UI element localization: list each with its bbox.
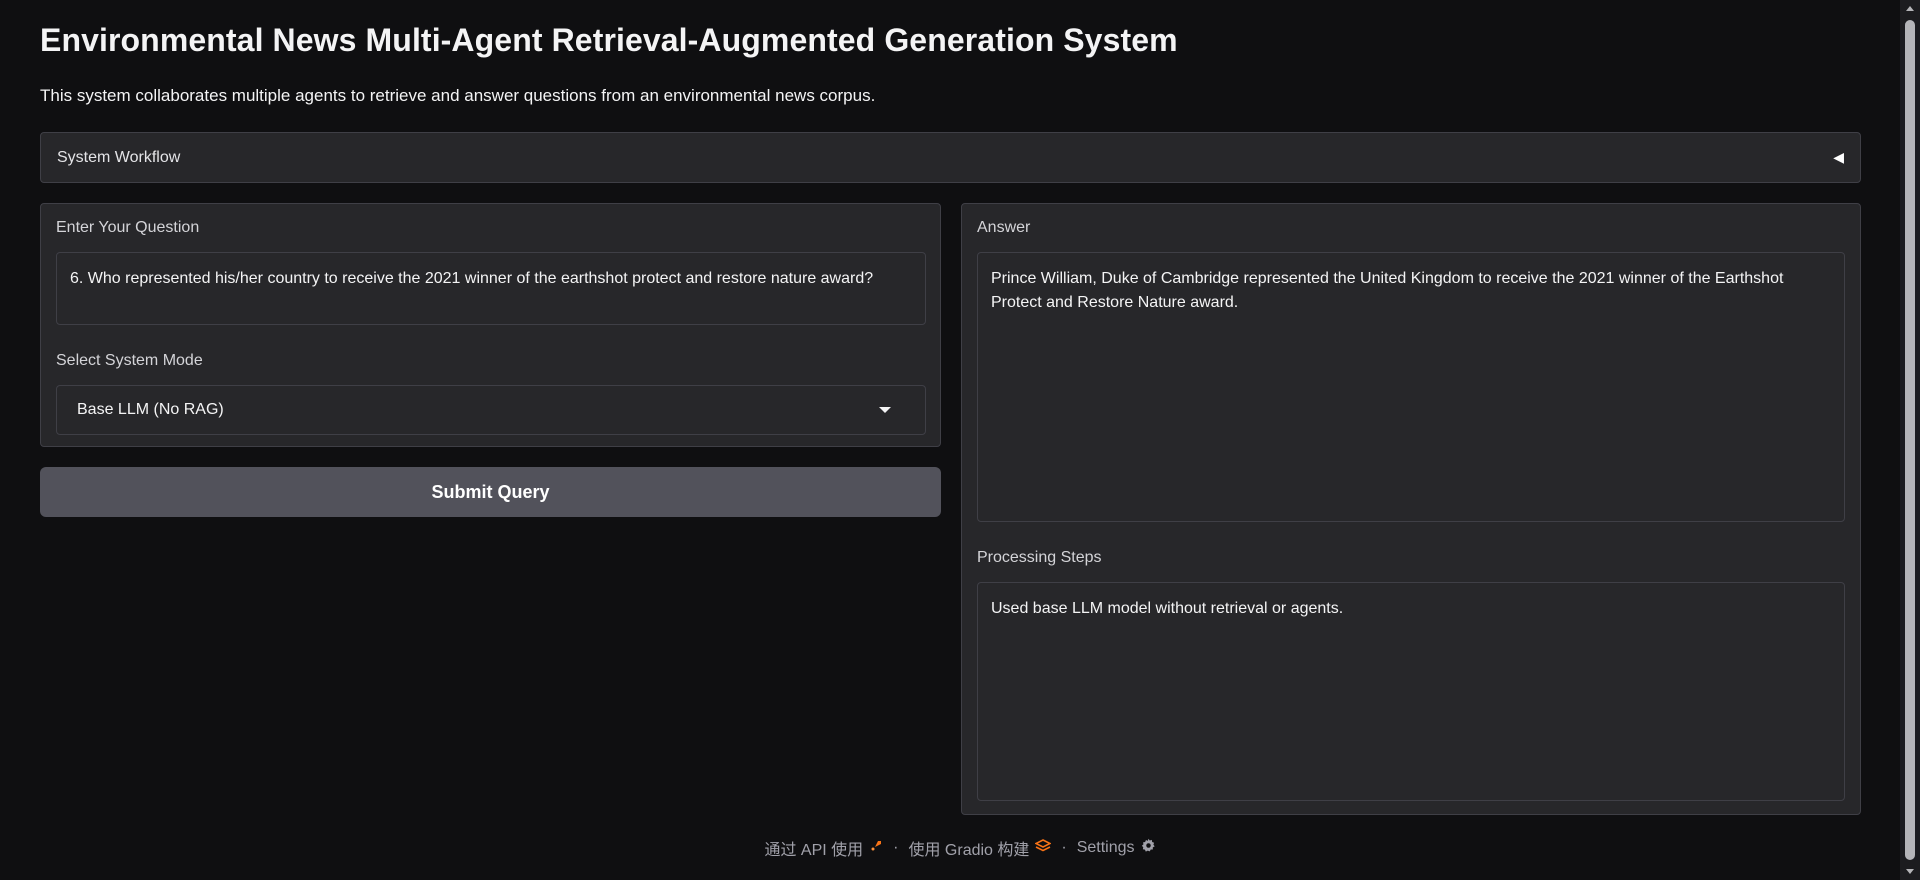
answer-label: Answer — [977, 219, 1031, 236]
page-title: Environmental News Multi-Agent Retrieval… — [40, 22, 1178, 58]
settings-link-label: Settings — [1076, 839, 1135, 856]
footer: 通过 API 使用 · 使用 Gradio 构建 · Settings — [0, 836, 1920, 860]
api-link[interactable]: 通过 API 使用 — [764, 836, 883, 860]
accordion-label: System Workflow — [57, 148, 181, 166]
collapse-triangle-icon: ◀ — [1833, 149, 1844, 165]
question-input[interactable]: 6. Who represented his/her country to re… — [56, 252, 926, 325]
mode-label: Select System Mode — [56, 352, 203, 369]
processing-steps-label: Processing Steps — [977, 549, 1102, 566]
submit-query-button[interactable]: Submit Query — [40, 467, 941, 517]
scroll-up-icon[interactable] — [1906, 6, 1914, 11]
rocket-icon — [869, 839, 883, 858]
page-description: This system collaborates multiple agents… — [40, 86, 876, 105]
answer-output[interactable]: Prince William, Duke of Cambridge repres… — [977, 252, 1845, 522]
input-panel: Enter Your Question 6. Who represented h… — [40, 203, 941, 447]
processing-steps-output[interactable]: Used base LLM model without retrieval or… — [977, 582, 1845, 801]
page: Environmental News Multi-Agent Retrieval… — [0, 0, 1920, 880]
gradio-link-label: 使用 Gradio 构建 — [908, 842, 1030, 859]
settings-link[interactable]: Settings — [1077, 838, 1156, 858]
api-link-label: 通过 API 使用 — [764, 842, 864, 859]
system-workflow-accordion[interactable]: System Workflow ◀ — [40, 132, 1861, 183]
gradio-logo-icon — [1034, 838, 1053, 858]
footer-separator: · — [1061, 839, 1067, 856]
footer-separator: · — [893, 839, 899, 856]
gear-icon — [1141, 838, 1156, 858]
output-panel: Answer Prince William, Duke of Cambridge… — [961, 203, 1861, 815]
vertical-scrollbar[interactable] — [1900, 0, 1920, 880]
question-label: Enter Your Question — [56, 219, 200, 236]
gradio-link[interactable]: 使用 Gradio 构建 — [908, 836, 1053, 860]
mode-dropdown[interactable]: Base LLM (No RAG) — [56, 385, 926, 435]
scroll-down-icon[interactable] — [1906, 869, 1914, 874]
scrollbar-thumb[interactable] — [1905, 20, 1915, 860]
mode-selected-value: Base LLM (No RAG) — [77, 401, 224, 418]
chevron-down-icon — [879, 407, 891, 413]
